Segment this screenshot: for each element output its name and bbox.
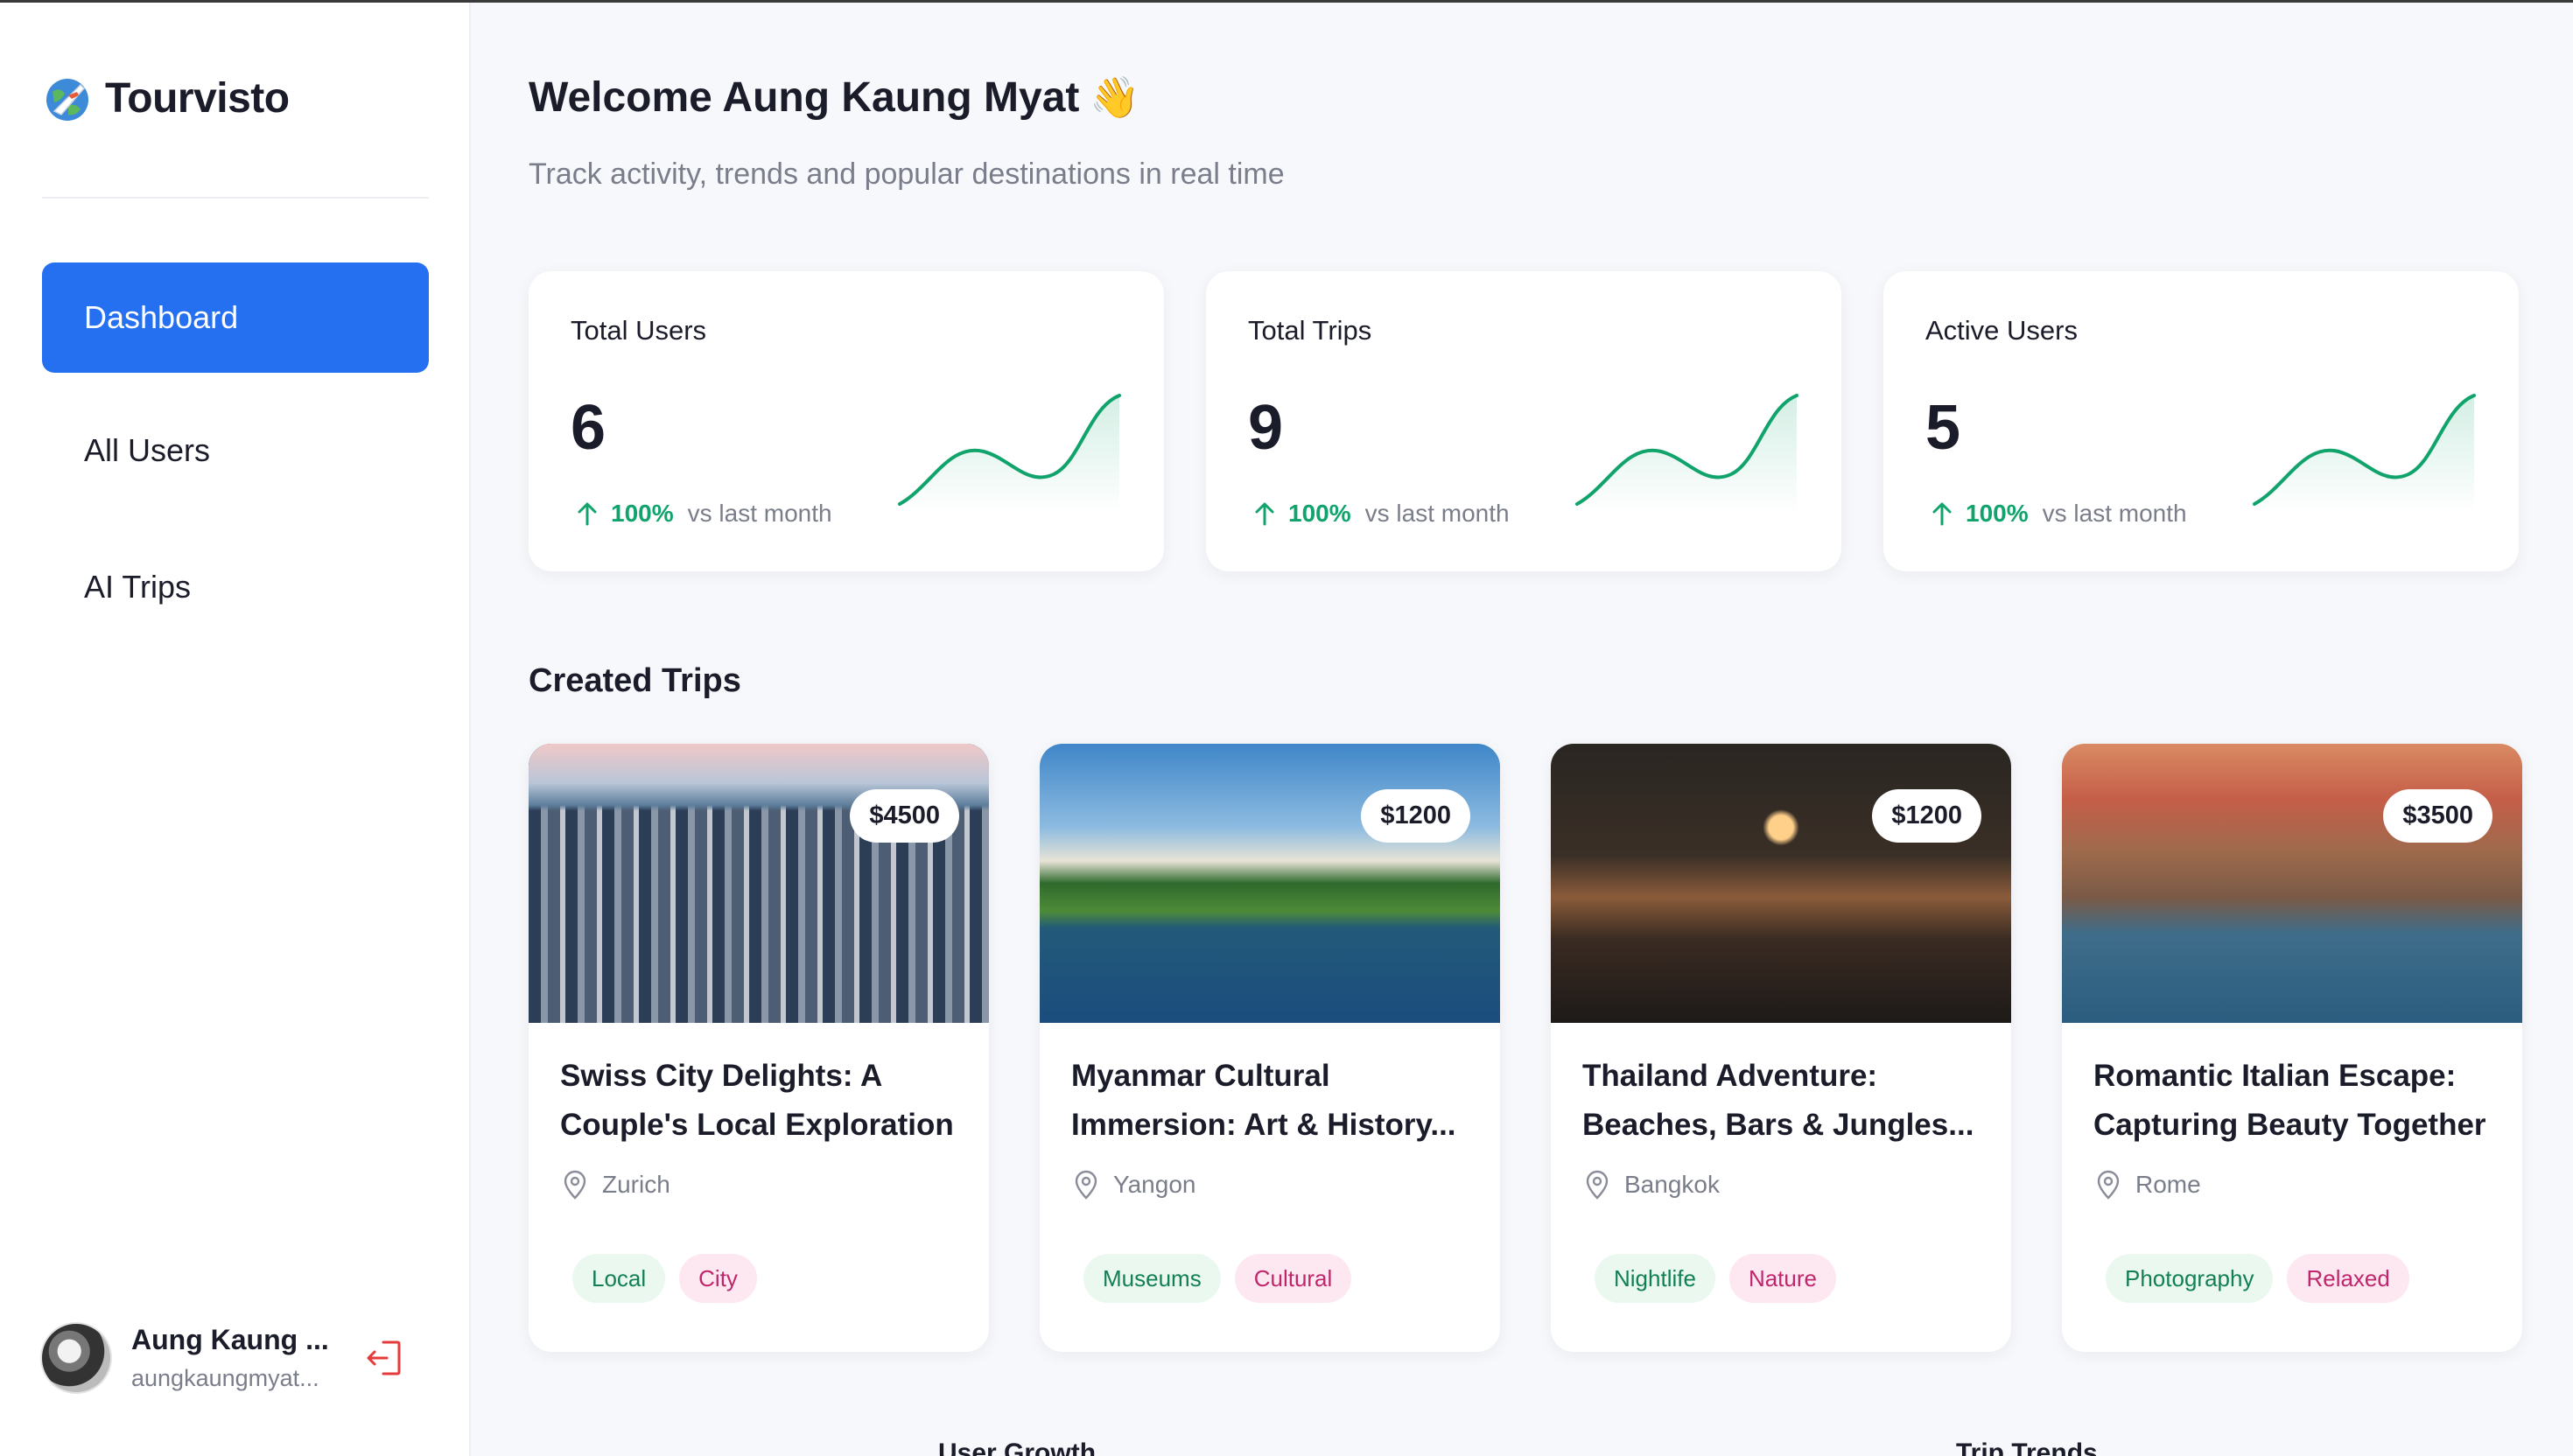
welcome-text: Welcome Aung Kaung Myat: [529, 74, 1080, 121]
sparkline-chart: [898, 394, 1121, 513]
trip-card[interactable]: $1200 Thailand Adventure: Beaches, Bars …: [1551, 744, 2011, 1352]
section-title-user-growth: User Growth: [938, 1438, 1097, 1456]
trip-title: Swiss City Delights: A Couple's Local Ex…: [560, 1059, 954, 1142]
trip-tags: Museums Cultural: [1083, 1254, 1352, 1303]
map-pin-icon: [2097, 1170, 2120, 1200]
section-title-trip-trends: Trip Trends: [1956, 1438, 2098, 1456]
trip-location-text: Rome: [2135, 1171, 2201, 1198]
tag-chip[interactable]: Photography: [2106, 1254, 2274, 1303]
stat-change: 100%: [1966, 500, 2029, 527]
stat-value: 5: [1925, 393, 1961, 463]
trip-image: $3500: [2062, 744, 2522, 1023]
stat-change: 100%: [611, 500, 674, 527]
tag-chip[interactable]: Nature: [1728, 1254, 1836, 1303]
trip-card[interactable]: $1200 Myanmar Cultural Immersion: Art & …: [1040, 744, 1500, 1352]
stat-card-total-trips: Total Trips 9 100% vs last month: [1206, 271, 1841, 571]
map-pin-icon: [1075, 1170, 1097, 1200]
stat-compare: vs last month: [1364, 500, 1510, 527]
stat-card-active-users: Active Users 5 100% vs last month: [1883, 271, 2519, 571]
trip-location-text: Bangkok: [1624, 1171, 1720, 1198]
main-content: Welcome Aung Kaung Myat 👋 Track activity…: [529, 0, 2522, 1456]
sparkline-chart: [1575, 394, 1798, 513]
tag-chip[interactable]: Relaxed: [2287, 1254, 2409, 1303]
stat-trend: 100% vs last month: [572, 499, 832, 528]
stats-row: Total Users 6 100% vs last month Total T…: [529, 271, 2519, 571]
stat-card-total-users: Total Users 6 100% vs last month: [529, 271, 1164, 571]
stat-label: Total Trips: [1248, 315, 1372, 346]
trip-title: Romantic Italian Escape: Capturing Beaut…: [2093, 1059, 2486, 1142]
trips-grid: $4500 Swiss City Delights: A Couple's Lo…: [529, 744, 2522, 1352]
user-name: Aung Kaung ...: [131, 1324, 329, 1355]
avatar[interactable]: [40, 1322, 112, 1394]
arrow-up-icon: [1255, 502, 1274, 526]
trip-card[interactable]: $3500 Romantic Italian Escape: Capturing…: [2062, 744, 2522, 1352]
sidebar: Tourvisto Dashboard All Users AI Trips A…: [0, 3, 471, 1456]
globe-plane-icon: [46, 79, 88, 121]
stat-trend: 100% vs last month: [1250, 499, 1510, 528]
trip-image: $4500: [529, 744, 989, 1023]
page-title: Welcome Aung Kaung Myat 👋: [529, 74, 1140, 122]
page-subtitle: Track activity, trends and popular desti…: [529, 158, 1285, 191]
tag-chip[interactable]: Local: [572, 1254, 666, 1303]
trip-image: $1200: [1551, 744, 2011, 1023]
sidebar-item-ai-trips[interactable]: AI Trips: [42, 532, 429, 642]
trip-location: Zurich: [562, 1170, 670, 1200]
trip-card[interactable]: $4500 Swiss City Delights: A Couple's Lo…: [529, 744, 989, 1352]
stat-trend: 100% vs last month: [1927, 499, 2187, 528]
stat-label: Active Users: [1925, 315, 2078, 346]
stat-value: 6: [571, 393, 606, 463]
sidebar-item-label: AI Trips: [84, 569, 192, 605]
map-pin-icon: [564, 1170, 586, 1200]
sidebar-item-label: Dashboard: [84, 299, 239, 335]
user-email: aungkaungmyat...: [131, 1365, 319, 1391]
logout-icon[interactable]: [364, 1337, 404, 1379]
sparkline-chart: [2253, 394, 2476, 513]
tag-chip[interactable]: Nightlife: [1595, 1254, 1715, 1303]
brand-name: Tourvisto: [105, 74, 290, 122]
arrow-up-icon: [578, 502, 597, 526]
trip-location: Bangkok: [1584, 1170, 1720, 1200]
user-profile: Aung Kaung ... aungkaungmyat...: [40, 1322, 404, 1394]
stat-compare: vs last month: [687, 500, 832, 527]
map-pin-icon: [1586, 1170, 1609, 1200]
price-badge: $4500: [850, 789, 959, 843]
sidebar-item-dashboard[interactable]: Dashboard: [42, 262, 429, 373]
trip-location-text: Yangon: [1113, 1171, 1196, 1198]
section-title-created-trips: Created Trips: [529, 662, 741, 699]
stat-compare: vs last month: [2042, 500, 2187, 527]
waving-hand-icon: 👋: [1090, 74, 1140, 120]
sidebar-item-label: All Users: [84, 432, 211, 468]
price-badge: $1200: [1872, 789, 1981, 843]
trip-location: Rome: [2095, 1170, 2201, 1200]
trip-image: $1200: [1040, 744, 1500, 1023]
price-badge: $1200: [1361, 789, 1470, 843]
brand[interactable]: Tourvisto: [42, 73, 290, 123]
trip-tags: Local City: [572, 1254, 757, 1303]
tag-chip[interactable]: Museums: [1083, 1254, 1221, 1303]
user-info: Aung Kaung ... aungkaungmyat...: [131, 1324, 329, 1392]
sidebar-item-all-users[interactable]: All Users: [42, 396, 429, 506]
tag-chip[interactable]: Cultural: [1234, 1254, 1352, 1303]
sidebar-divider: [42, 197, 429, 199]
stat-change: 100%: [1288, 500, 1351, 527]
stat-label: Total Users: [571, 315, 707, 346]
arrow-up-icon: [1932, 502, 1952, 526]
sidebar-nav: Dashboard All Users AI Trips: [42, 262, 429, 668]
stat-value: 9: [1248, 393, 1284, 463]
trip-location: Yangon: [1073, 1170, 1195, 1200]
trip-tags: Nightlife Nature: [1595, 1254, 1836, 1303]
price-badge: $3500: [2383, 789, 2492, 843]
trip-tags: Photography Relaxed: [2106, 1254, 2409, 1303]
trip-location-text: Zurich: [602, 1171, 670, 1198]
trip-title: Myanmar Cultural Immersion: Art & Histor…: [1071, 1059, 1456, 1142]
trip-title: Thailand Adventure: Beaches, Bars & Jung…: [1582, 1059, 1974, 1142]
tag-chip[interactable]: City: [679, 1254, 757, 1303]
